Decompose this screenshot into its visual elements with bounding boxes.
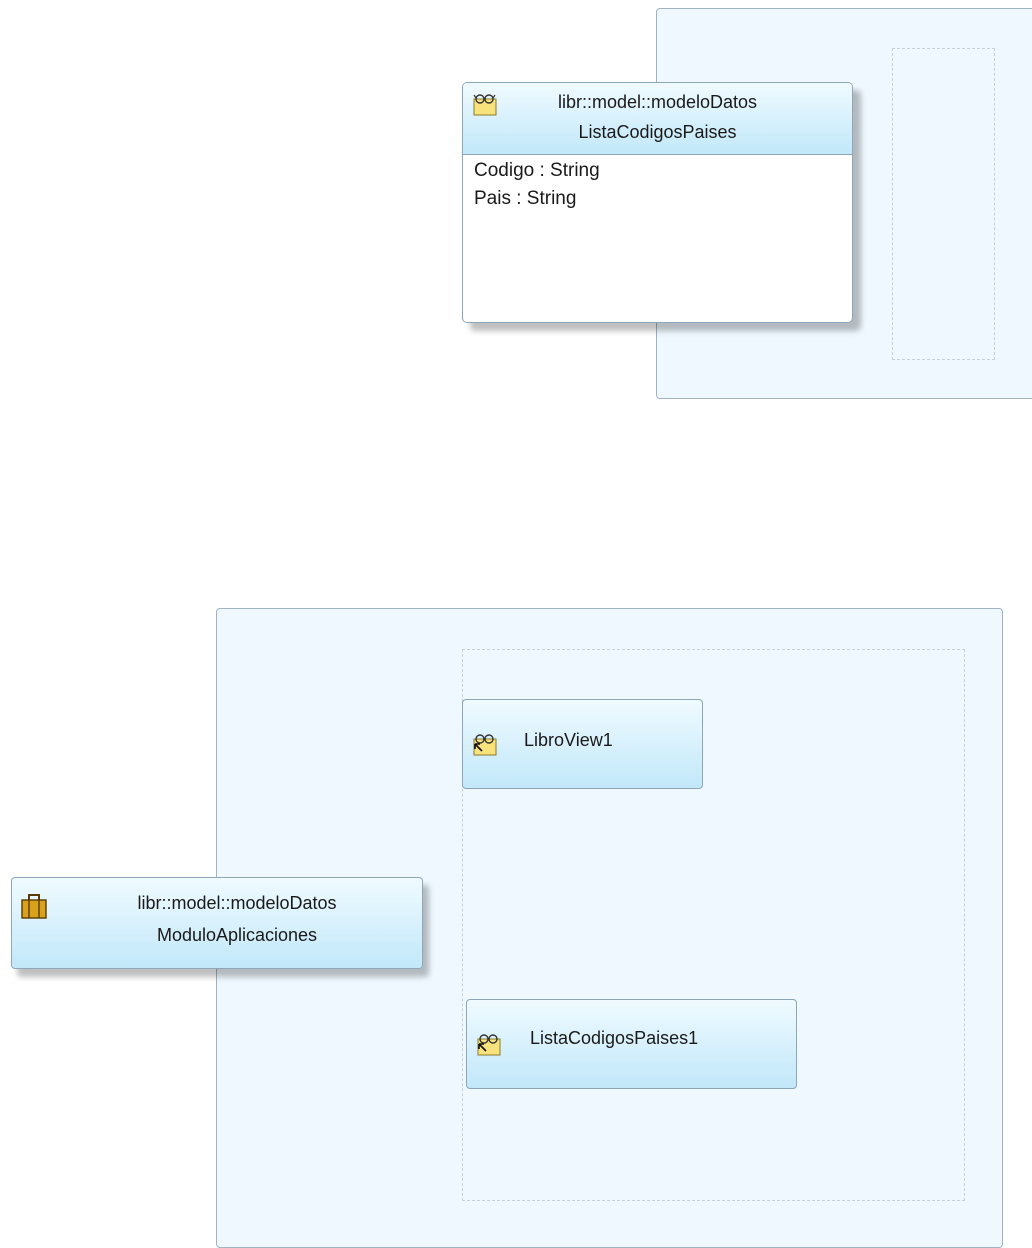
view-instance-icon [476, 1030, 504, 1058]
attribute-row[interactable]: Pais : String [463, 185, 852, 213]
view-instance-node[interactable]: ListaCodigosPaises1 [466, 999, 797, 1089]
view-object-header[interactable]: libr::model::modeloDatos ListaCodigosPai… [463, 83, 852, 155]
container-dotted-region [892, 48, 995, 360]
view-object-card[interactable]: libr::model::modeloDatos ListaCodigosPai… [462, 82, 853, 323]
view-object-package: libr::model::modeloDatos [557, 92, 758, 112]
view-instance-node[interactable]: LibroView1 [462, 699, 703, 789]
view-instance-icon [472, 730, 500, 758]
view-instance-name: LibroView1 [524, 730, 613, 750]
application-module-name: ModuloAplicaciones [156, 925, 318, 945]
application-module-node[interactable]: libr::model::modeloDatos ModuloAplicacio… [11, 877, 423, 969]
view-object-icon [472, 90, 500, 118]
view-object-name: ListaCodigosPaises [578, 122, 737, 142]
attribute-list: Codigo : String Pais : String [463, 155, 852, 213]
application-module-package: libr::model::modeloDatos [137, 893, 337, 913]
application-module-label: libr::model::modeloDatos ModuloAplicacio… [60, 887, 414, 951]
briefcase-icon [20, 892, 48, 920]
attribute-row[interactable]: Codigo : String [463, 157, 852, 185]
view-instance-name: ListaCodigosPaises1 [530, 1028, 699, 1048]
